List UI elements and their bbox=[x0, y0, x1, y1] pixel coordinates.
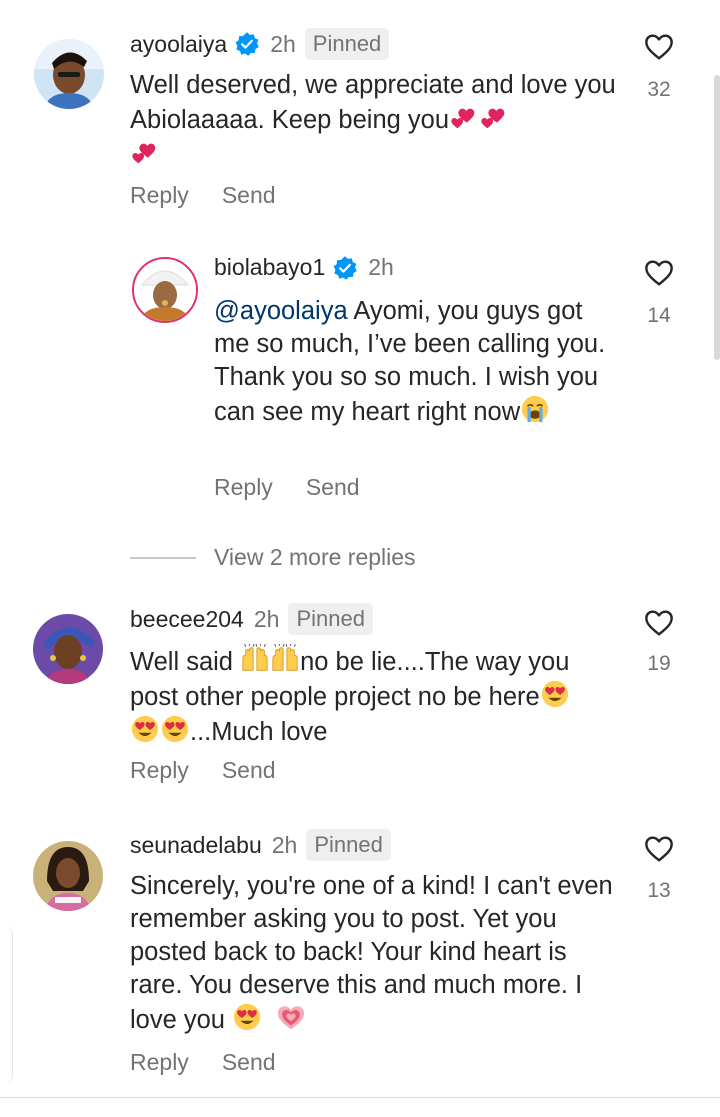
like-heart-icon[interactable] bbox=[642, 257, 676, 289]
send-button[interactable]: Send bbox=[222, 757, 276, 784]
comment-actions: Reply Send bbox=[130, 182, 276, 209]
like-heart-icon[interactable] bbox=[642, 833, 676, 865]
heart-eyes-icon bbox=[130, 714, 160, 744]
comment-text: @ayoolaiya Ayomi, you guys got me so muc… bbox=[214, 295, 614, 429]
like-heart-icon[interactable] bbox=[642, 31, 676, 63]
like-count: 32 bbox=[647, 78, 671, 101]
username[interactable]: biolabayo1 bbox=[214, 254, 325, 281]
like-count: 19 bbox=[647, 652, 671, 675]
heart-eyes-icon bbox=[540, 679, 570, 709]
comment-header: biolabayo1 2h bbox=[214, 254, 394, 281]
avatar[interactable] bbox=[34, 39, 104, 109]
view-more-replies-label[interactable]: View 2 more replies bbox=[214, 544, 416, 571]
comment-body: Sincerely, you're one of a kind! I can't… bbox=[130, 872, 613, 1034]
two-hearts-icon bbox=[130, 137, 160, 167]
timestamp: 2h bbox=[270, 30, 296, 57]
reply-button[interactable]: Reply bbox=[130, 1049, 189, 1076]
mention-link[interactable]: @ayoolaiya bbox=[214, 297, 348, 325]
verified-badge-icon bbox=[332, 255, 358, 281]
like-count: 14 bbox=[647, 304, 671, 327]
edge-decoration bbox=[0, 925, 13, 1085]
timestamp: 2h bbox=[271, 831, 298, 858]
heart-eyes-icon bbox=[232, 1002, 262, 1032]
comment-actions: Reply Send bbox=[130, 757, 276, 784]
comment-text: Well said no be lie....The way you post … bbox=[130, 644, 620, 749]
raising-hands-icon bbox=[270, 644, 300, 674]
username[interactable]: ayoolaiya bbox=[130, 31, 227, 58]
timestamp: 2h bbox=[368, 254, 394, 280]
two-hearts-icon bbox=[449, 102, 479, 132]
reply-button[interactable]: Reply bbox=[130, 757, 189, 784]
pinned-badge: Pinned bbox=[306, 829, 391, 861]
growing-heart-icon bbox=[276, 1002, 306, 1032]
pinned-badge: Pinned bbox=[304, 28, 390, 60]
comment-body: Well deserved, we appreciate and love yo… bbox=[130, 71, 616, 134]
comment-header: ayoolaiya 2h Pinned bbox=[130, 28, 390, 60]
comment-text: Sincerely, you're one of a kind! I can't… bbox=[130, 870, 620, 1037]
send-button[interactable]: Send bbox=[306, 474, 360, 501]
like-heart-icon[interactable] bbox=[642, 607, 676, 639]
username[interactable]: beecee204 bbox=[130, 606, 244, 633]
avatar[interactable] bbox=[132, 257, 198, 323]
heart-eyes-icon bbox=[160, 714, 190, 744]
pinned-badge: Pinned bbox=[288, 603, 373, 635]
like-count: 13 bbox=[647, 879, 671, 902]
verified-badge-icon bbox=[234, 31, 260, 57]
username[interactable]: seunadelabu bbox=[130, 832, 262, 859]
avatar[interactable] bbox=[33, 614, 103, 684]
loudly-crying-face-icon bbox=[520, 394, 550, 424]
two-hearts-icon bbox=[479, 102, 509, 132]
timestamp: 2h bbox=[253, 605, 280, 632]
comment-actions: Reply Send bbox=[214, 474, 360, 501]
send-button[interactable]: Send bbox=[222, 1049, 276, 1076]
comment-body: ...Much love bbox=[190, 718, 328, 746]
reply-button[interactable]: Reply bbox=[130, 182, 189, 209]
comment-actions: Reply Send bbox=[130, 1049, 276, 1076]
comment-text: Well deserved, we appreciate and love yo… bbox=[130, 69, 620, 172]
reply-button[interactable]: Reply bbox=[214, 474, 273, 501]
raising-hands-icon bbox=[240, 644, 270, 674]
send-button[interactable]: Send bbox=[222, 182, 276, 209]
bottom-divider bbox=[0, 1097, 720, 1098]
avatar[interactable] bbox=[33, 841, 103, 911]
comment-body: Well said bbox=[130, 648, 241, 676]
view-more-replies[interactable]: View 2 more replies bbox=[130, 544, 416, 571]
comment-header: beecee204 2h Pinned bbox=[130, 603, 373, 635]
divider-line bbox=[130, 556, 196, 559]
scrollbar[interactable] bbox=[714, 75, 720, 360]
comment-header: seunadelabu 2h Pinned bbox=[130, 829, 391, 861]
